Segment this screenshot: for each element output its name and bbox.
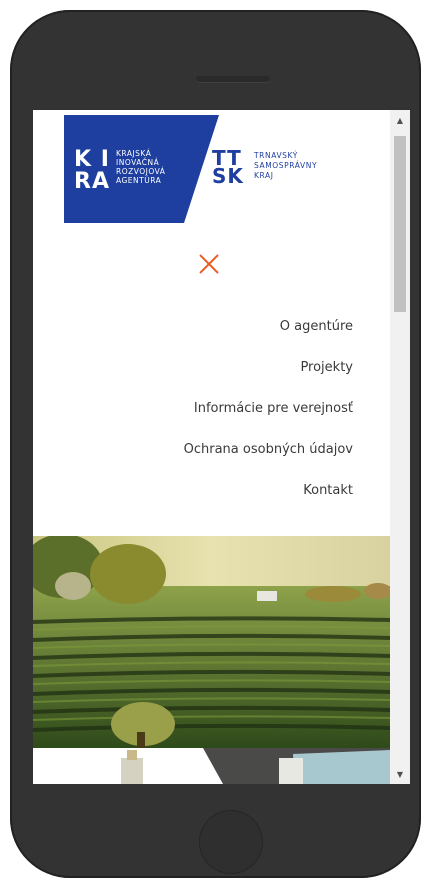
close-menu-button[interactable] bbox=[197, 252, 221, 276]
ttsk-name-line: SAMOSPRÁVNY bbox=[254, 161, 318, 170]
kira-logo[interactable]: K I RA KRAJSKÁ INOVAČNÁ ROZVOJOVÁ AGENTÚ… bbox=[64, 115, 219, 223]
nav-item-informacie[interactable]: Informácie pre verejnosť bbox=[184, 400, 353, 417]
phone-screen: K I RA KRAJSKÁ INOVAČNÁ ROZVOJOVÁ AGENTÚ… bbox=[33, 110, 410, 784]
ttsk-letters-bottom: SK bbox=[212, 164, 244, 188]
ttsk-logo[interactable]: TT SK TRNAVSKÝ SAMOSPRÁVNY KRAJ bbox=[212, 148, 362, 189]
kira-name-line: AGENTÚRA bbox=[116, 176, 162, 185]
vineyard-illustration bbox=[33, 536, 390, 748]
main-nav: O agentúre Projekty Informácie pre verej… bbox=[184, 318, 353, 523]
secondary-image bbox=[33, 748, 390, 784]
hero-vineyard-image bbox=[33, 536, 390, 748]
phone-speaker bbox=[196, 76, 270, 82]
kira-letters-bottom: RA bbox=[74, 169, 110, 194]
nav-item-projekty[interactable]: Projekty bbox=[184, 359, 353, 376]
kira-name-line: KRAJSKÁ bbox=[116, 149, 152, 158]
ttsk-name-line: TRNAVSKÝ bbox=[254, 151, 298, 160]
header-logos: K I RA KRAJSKÁ INOVAČNÁ ROZVOJOVÁ AGENTÚ… bbox=[64, 115, 364, 223]
nav-item-ochrana-udajov[interactable]: Ochrana osobných údajov bbox=[184, 441, 353, 458]
scrollbar-thumb[interactable] bbox=[394, 136, 406, 312]
nav-item-o-agenture[interactable]: O agentúre bbox=[184, 318, 353, 335]
kira-full-name: KRAJSKÁ INOVAČNÁ ROZVOJOVÁ AGENTÚRA bbox=[116, 149, 165, 185]
close-icon bbox=[199, 254, 219, 274]
ttsk-full-name: TRNAVSKÝ SAMOSPRÁVNY KRAJ bbox=[254, 151, 317, 181]
vertical-scrollbar[interactable]: ▲ ▼ bbox=[390, 110, 410, 784]
kira-name-line: ROZVOJOVÁ bbox=[116, 167, 166, 176]
kira-letters-top: K I bbox=[74, 147, 110, 172]
nav-item-kontakt[interactable]: Kontakt bbox=[184, 482, 353, 499]
scroll-up-arrow-icon[interactable]: ▲ bbox=[390, 110, 410, 130]
page-content: K I RA KRAJSKÁ INOVAČNÁ ROZVOJOVÁ AGENTÚ… bbox=[33, 110, 390, 784]
phone-home-button[interactable] bbox=[199, 810, 263, 874]
ttsk-name-line: KRAJ bbox=[254, 171, 274, 180]
scroll-down-arrow-icon[interactable]: ▼ bbox=[390, 764, 410, 784]
kira-name-line: INOVAČNÁ bbox=[116, 158, 160, 167]
secondary-image-illustration bbox=[33, 748, 390, 784]
